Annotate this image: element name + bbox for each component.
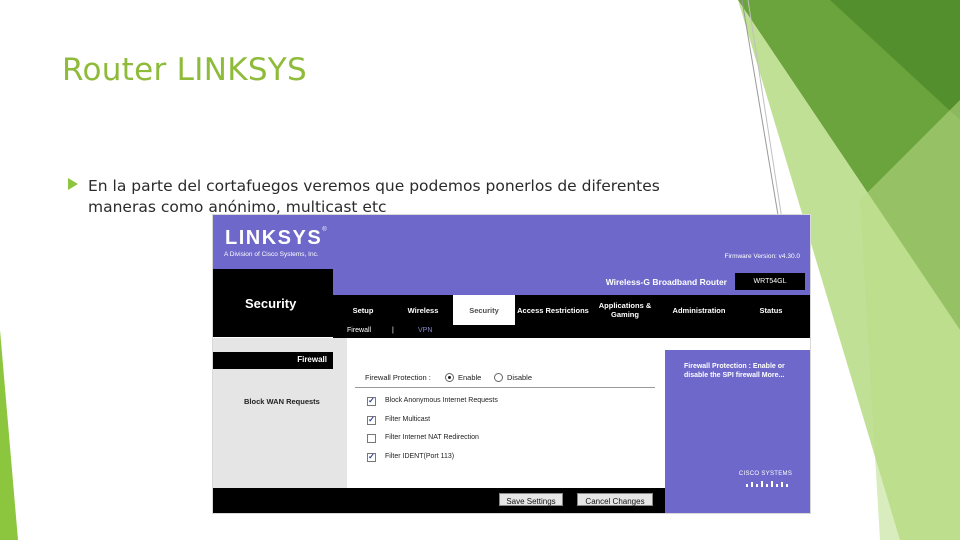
main-tabs: Setup Wireless Security Access Restricti… bbox=[333, 295, 810, 325]
disable-radio[interactable] bbox=[494, 373, 503, 382]
section-panel: Security bbox=[213, 269, 333, 337]
bullet-arrow-icon bbox=[68, 178, 78, 190]
tab-wireless[interactable]: Wireless bbox=[393, 295, 453, 325]
save-settings-button[interactable]: Save Settings bbox=[499, 493, 563, 506]
linksys-logo: LINKSYS® bbox=[225, 227, 329, 249]
option-label: Filter IDENT(Port 113) bbox=[385, 453, 455, 460]
tab-access-restrictions[interactable]: Access Restrictions bbox=[515, 295, 591, 325]
subtab-separator: | bbox=[392, 327, 394, 334]
enable-radio[interactable] bbox=[445, 373, 454, 382]
cisco-logo: CISCO SYSTEMS bbox=[738, 471, 793, 477]
router-tagline: A Division of Cisco Systems, Inc. bbox=[224, 251, 319, 258]
sub-tabs: Firewall | VPN bbox=[333, 325, 810, 338]
filter-nat-redirection-checkbox[interactable] bbox=[367, 434, 376, 443]
section-title: Security bbox=[245, 296, 297, 311]
block-wan-label: Block WAN Requests bbox=[244, 397, 320, 406]
router-header: LINKSYS® A Division of Cisco Systems, In… bbox=[213, 215, 810, 269]
router-screenshot: LINKSYS® A Division of Cisco Systems, In… bbox=[213, 215, 810, 513]
option-label: Block Anonymous Internet Requests bbox=[385, 397, 498, 404]
subtab-vpn[interactable]: VPN bbox=[418, 327, 432, 334]
tab-setup[interactable]: Setup bbox=[333, 295, 393, 325]
firmware-version: Firmware Version: v4.30.0 bbox=[724, 253, 800, 260]
slide-title: Router LINKSYS bbox=[62, 52, 308, 88]
help-text: Firewall Protection : Enable or disable … bbox=[684, 363, 785, 379]
product-bar: Wireless-G Broadband Router WRT54GL bbox=[333, 269, 810, 295]
product-name: Wireless-G Broadband Router bbox=[605, 277, 727, 287]
slide-bullet-text: En la parte del cortafuegos veremos que … bbox=[88, 177, 660, 216]
tab-applications-gaming[interactable]: Applications & Gaming bbox=[591, 295, 659, 325]
divider bbox=[355, 387, 655, 388]
cancel-changes-button[interactable]: Cancel Changes bbox=[577, 493, 653, 506]
sidebar-heading: Firewall bbox=[213, 352, 333, 369]
firewall-protection-label: Firewall Protection : bbox=[365, 373, 431, 382]
enable-label: Enable bbox=[458, 373, 482, 382]
block-anonymous-checkbox[interactable]: ✓ bbox=[367, 397, 376, 406]
model-badge: WRT54GL bbox=[735, 273, 805, 290]
option-label: Filter Multicast bbox=[385, 416, 431, 423]
tab-administration[interactable]: Administration bbox=[659, 295, 739, 325]
cisco-bars-icon bbox=[746, 481, 788, 487]
option-label: Filter Internet NAT Redirection bbox=[385, 434, 479, 441]
footer-help-bar bbox=[665, 488, 810, 513]
tab-security[interactable]: Security bbox=[453, 295, 515, 325]
filter-multicast-checkbox[interactable]: ✓ bbox=[367, 416, 376, 425]
subtab-firewall[interactable]: Firewall bbox=[347, 327, 371, 334]
tab-status[interactable]: Status bbox=[739, 295, 803, 325]
filter-ident-checkbox[interactable]: ✓ bbox=[367, 453, 376, 462]
disable-label: Disable bbox=[507, 373, 533, 382]
